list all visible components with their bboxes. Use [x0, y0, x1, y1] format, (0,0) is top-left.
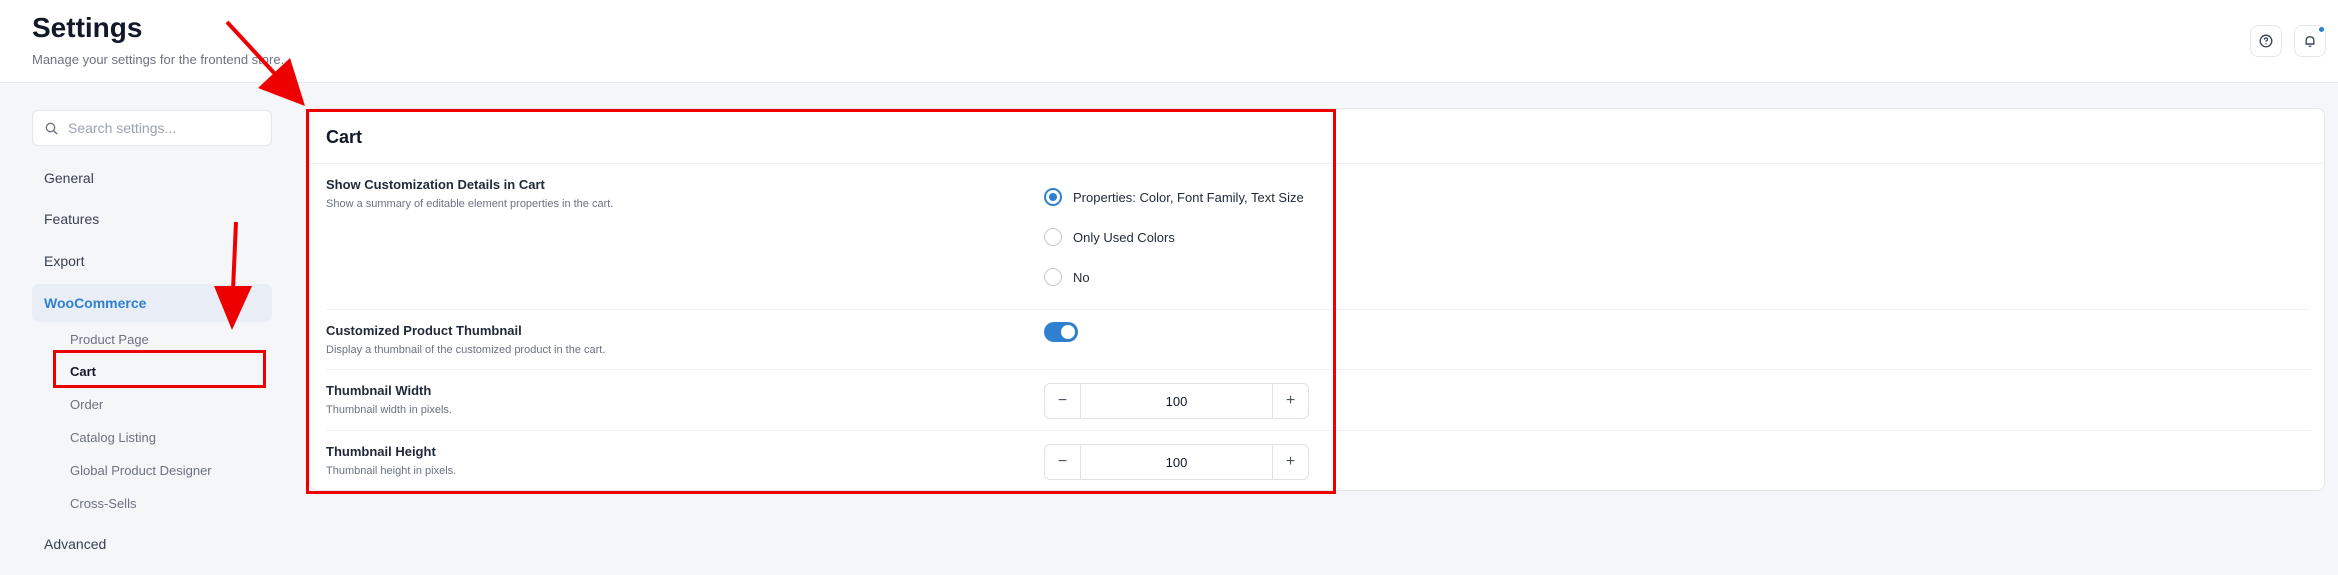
page-header: Settings Manage your settings for the fr… — [0, 0, 2338, 83]
sidebar-subitem-catalog-listing[interactable]: Catalog Listing — [58, 423, 258, 451]
sidebar-item-features[interactable]: Features — [32, 200, 272, 238]
sidebar-subitem-order[interactable]: Order — [58, 390, 258, 418]
sidebar-item-advanced[interactable]: Advanced — [32, 525, 272, 563]
help-button[interactable] — [2250, 25, 2282, 57]
sidebar-item-export[interactable]: Export — [32, 242, 272, 280]
page-subtitle: Manage your settings for the frontend st… — [32, 52, 285, 67]
search-field[interactable] — [32, 110, 272, 146]
sidebar-subitem-product-page[interactable]: Product Page — [58, 325, 258, 353]
help-circle-icon — [2259, 34, 2273, 48]
highlight-box-panel — [306, 109, 1336, 494]
sidebar-item-general[interactable]: General — [32, 159, 272, 197]
page-title: Settings — [32, 12, 143, 43]
sidebar-subitem-cross-sells[interactable]: Cross-Sells — [58, 489, 258, 517]
bell-icon — [2305, 36, 2315, 47]
sidebar-subitem-global-product-designer[interactable]: Global Product Designer — [58, 456, 258, 484]
notifications-button[interactable] — [2294, 25, 2326, 57]
notification-dot — [2319, 27, 2324, 32]
sidebar-item-woocommerce[interactable]: WooCommerce — [32, 284, 272, 322]
search-icon — [45, 122, 58, 134]
search-input[interactable] — [68, 120, 258, 136]
highlight-box-cart — [53, 350, 266, 388]
